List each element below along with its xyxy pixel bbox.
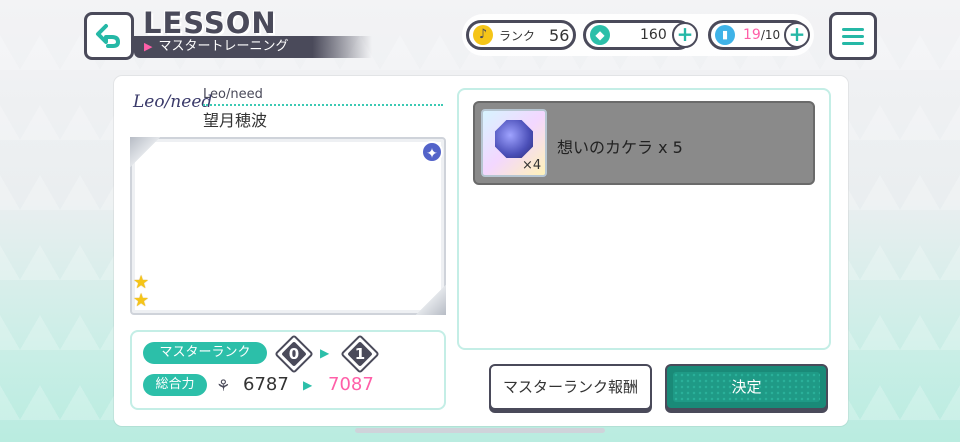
- boost-current: 19: [743, 27, 761, 43]
- divider: [203, 104, 443, 106]
- crystal-icon: ◆: [590, 25, 610, 45]
- power-new-value: 7087: [328, 374, 374, 395]
- menu-line: [842, 34, 864, 38]
- page-subtitle: ▶ マスタートレーニング: [134, 36, 372, 58]
- boost-max: /10: [760, 28, 781, 42]
- back-arrow-icon: [96, 24, 120, 48]
- menu-button[interactable]: [829, 12, 877, 60]
- item-name: 想いのカケラ x 5: [557, 138, 683, 157]
- card-corner-decoration: [416, 285, 446, 315]
- power-old-value: 6787: [243, 374, 289, 395]
- subtitle-text: マスタートレーニング: [158, 39, 289, 54]
- page-title: LESSON: [143, 6, 277, 40]
- menu-line: [842, 27, 864, 31]
- arrow-right-icon: ▶: [303, 378, 313, 392]
- card-corner-decoration: [130, 137, 160, 167]
- character-name: 望月穂波: [203, 111, 268, 130]
- rank-pill: ♪ ランク 56: [466, 20, 576, 50]
- add-crystal-button[interactable]: +: [672, 22, 698, 48]
- master-rank-label: マスターランク: [143, 342, 267, 364]
- boost-drink-icon: ▮: [715, 25, 735, 45]
- item-owned-count: ×4: [522, 158, 542, 173]
- card-frame[interactable]: [130, 137, 446, 315]
- triangle-icon: ▶: [144, 40, 153, 53]
- menu-line: [842, 41, 864, 45]
- back-button[interactable]: [84, 12, 134, 60]
- master-rank-reward-button[interactable]: マスターランク報酬: [489, 364, 652, 410]
- unit-logo: Leo/need: [133, 92, 213, 112]
- arrow-right-icon: ▶: [320, 346, 330, 360]
- rank-from-value: 0: [288, 345, 300, 363]
- scroll-indicator: [355, 428, 605, 433]
- decide-label: 決定: [731, 378, 762, 396]
- kakera-gem-icon: [495, 120, 533, 158]
- rank-value: 56: [549, 25, 570, 45]
- unit-name: Leo/need: [203, 87, 263, 102]
- power-icon: ⚘: [216, 376, 231, 395]
- rank-label: ランク: [499, 28, 536, 43]
- add-boost-button[interactable]: +: [784, 22, 810, 48]
- rank-to-value: 1: [354, 345, 366, 363]
- music-note-icon: ♪: [473, 25, 493, 45]
- power-label: 総合力: [143, 374, 207, 396]
- crystal-value: 160: [640, 27, 667, 43]
- rarity-star-icon: ★: [133, 290, 150, 311]
- decide-button[interactable]: 決定: [665, 364, 828, 410]
- attribute-icon: ✦: [421, 141, 443, 163]
